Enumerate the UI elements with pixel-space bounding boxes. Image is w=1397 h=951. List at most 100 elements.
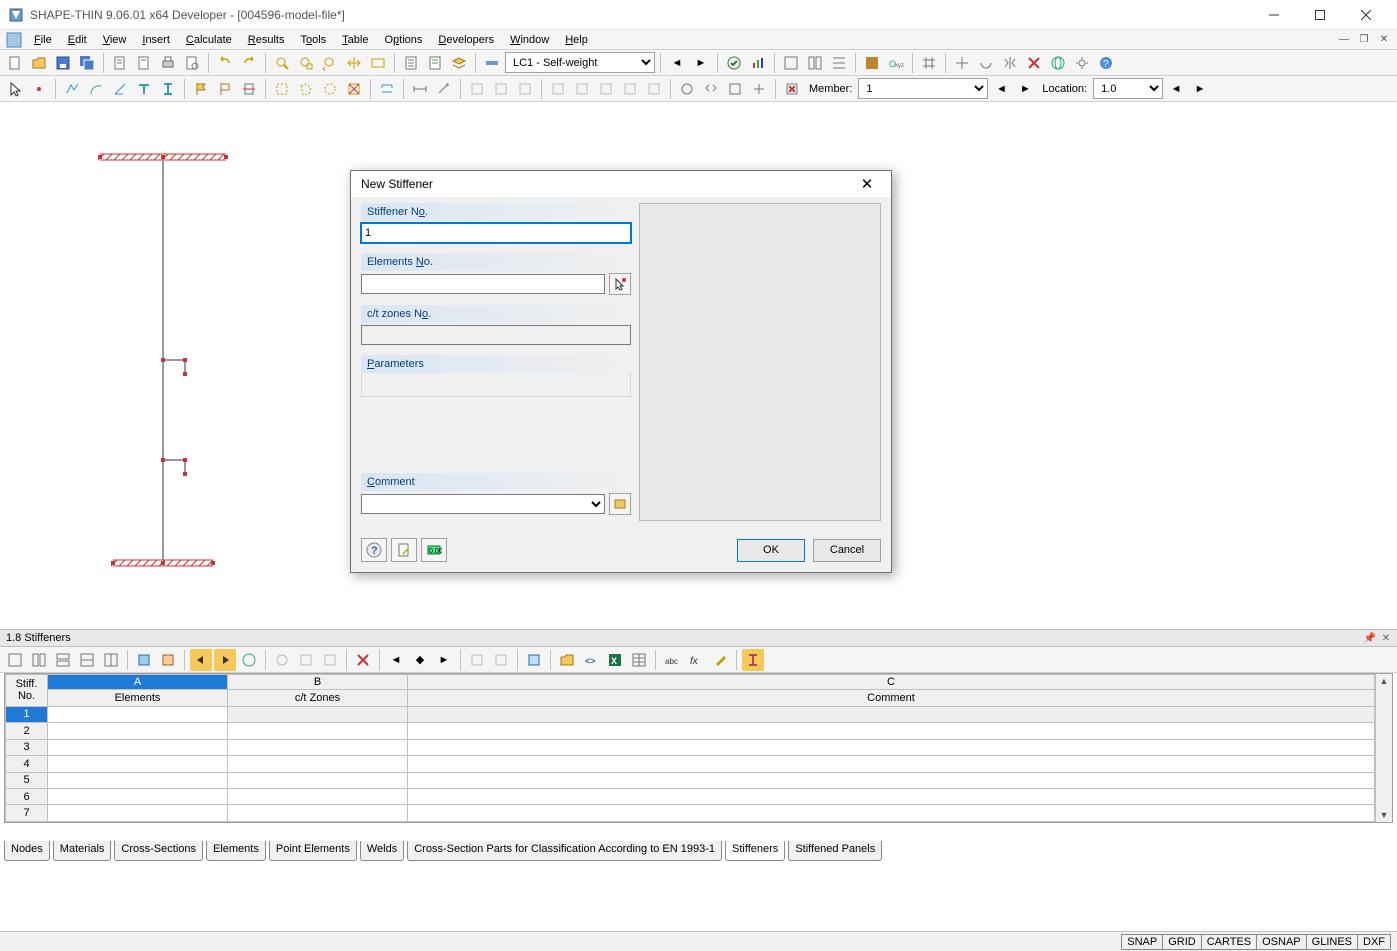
tab-cross-sections[interactable]: Cross-Sections bbox=[114, 841, 203, 861]
pt-btn-6[interactable] bbox=[133, 649, 155, 671]
pt-btn-7[interactable] bbox=[157, 649, 179, 671]
cut-section-icon[interactable] bbox=[238, 78, 260, 100]
dim4-icon[interactable] bbox=[490, 78, 512, 100]
grid-row-1[interactable]: 1 bbox=[6, 706, 48, 722]
stiffeners-grid[interactable]: Stiff. No. A B C Elements c/t Zones Comm… bbox=[5, 674, 1375, 822]
save-icon[interactable] bbox=[52, 52, 74, 74]
location-combo[interactable]: 1.0 bbox=[1093, 78, 1163, 99]
undo-icon[interactable] bbox=[214, 52, 236, 74]
cursor-icon[interactable] bbox=[4, 78, 26, 100]
tab-materials[interactable]: Materials bbox=[53, 841, 112, 861]
grid-cell[interactable] bbox=[48, 772, 228, 788]
grid-row-5[interactable]: 5 bbox=[6, 772, 48, 788]
menu-view[interactable]: View bbox=[95, 32, 135, 48]
grid-cell[interactable] bbox=[228, 789, 408, 805]
grid-header-stiff-no[interactable]: Stiff. No. bbox=[6, 675, 48, 707]
menu-results[interactable]: Results bbox=[240, 32, 293, 48]
cancel-button[interactable]: Cancel bbox=[813, 539, 881, 562]
pt-globe-icon[interactable] bbox=[238, 649, 260, 671]
member-next-icon[interactable]: ► bbox=[1014, 78, 1036, 100]
grid-letter-c[interactable]: C bbox=[408, 675, 1375, 690]
open-icon[interactable] bbox=[28, 52, 50, 74]
grid-header-elements[interactable]: Elements bbox=[48, 690, 228, 706]
zoom-fit-icon[interactable] bbox=[271, 52, 293, 74]
pt-btn-4[interactable] bbox=[76, 649, 98, 671]
mdi-restore[interactable]: ❐ bbox=[1355, 31, 1373, 47]
grid-row-2[interactable]: 2 bbox=[6, 723, 48, 739]
tab-elements[interactable]: Elements bbox=[206, 841, 266, 861]
tool2-icon[interactable] bbox=[804, 52, 826, 74]
grid-cell[interactable] bbox=[228, 805, 408, 822]
pt-btn-3[interactable] bbox=[52, 649, 74, 671]
maximize-button[interactable] bbox=[1297, 0, 1343, 30]
dim10-icon[interactable] bbox=[643, 78, 665, 100]
dim8-icon[interactable] bbox=[595, 78, 617, 100]
grid-cell[interactable] bbox=[48, 706, 228, 722]
pt-btn-15[interactable] bbox=[523, 649, 545, 671]
tab-welds[interactable]: Welds bbox=[360, 841, 404, 861]
input-stiffener-no[interactable] bbox=[361, 223, 631, 243]
grid-cell[interactable] bbox=[48, 723, 228, 739]
redo-icon[interactable] bbox=[238, 52, 260, 74]
tab-stiffened-panels[interactable]: Stiffened Panels bbox=[788, 841, 882, 861]
pt-highlight-icon[interactable] bbox=[742, 649, 764, 671]
menu-insert[interactable]: Insert bbox=[134, 32, 178, 48]
rotate-icon[interactable] bbox=[975, 52, 997, 74]
member-combo[interactable]: 1 bbox=[858, 78, 988, 99]
tab-stiffeners[interactable]: Stiffeners bbox=[725, 841, 785, 861]
pt-excel-icon[interactable]: X bbox=[604, 649, 626, 671]
stretch-icon[interactable] bbox=[748, 78, 770, 100]
pt-btn-10[interactable] bbox=[271, 649, 293, 671]
pt-btn-8[interactable] bbox=[190, 649, 212, 671]
mirror-icon[interactable] bbox=[999, 52, 1021, 74]
nav-left-icon[interactable]: ◄ bbox=[666, 52, 688, 74]
help-icon[interactable]: ? bbox=[1095, 52, 1117, 74]
grid-cell[interactable] bbox=[228, 739, 408, 755]
pt-btn-1[interactable] bbox=[4, 649, 26, 671]
filter-icon[interactable] bbox=[724, 78, 746, 100]
list1-icon[interactable] bbox=[400, 52, 422, 74]
grid-cell[interactable] bbox=[228, 772, 408, 788]
status-osnap[interactable]: OSNAP bbox=[1256, 934, 1307, 950]
pt-btn-9[interactable] bbox=[214, 649, 236, 671]
location-prev-icon[interactable]: ◄ bbox=[1165, 78, 1187, 100]
list2-icon[interactable] bbox=[424, 52, 446, 74]
grid-cell[interactable] bbox=[408, 772, 1375, 788]
save-all-icon[interactable] bbox=[76, 52, 98, 74]
close-button[interactable] bbox=[1343, 0, 1389, 30]
pt-btn-14[interactable] bbox=[490, 649, 512, 671]
grid-cell[interactable] bbox=[48, 739, 228, 755]
grid-header-ctzones[interactable]: c/t Zones bbox=[228, 690, 408, 706]
pt-both-icon[interactable]: ◆ bbox=[409, 649, 431, 671]
minimize-button[interactable] bbox=[1251, 0, 1297, 30]
pt-btn-13[interactable] bbox=[466, 649, 488, 671]
grid-cell[interactable] bbox=[48, 805, 228, 822]
grid-icon[interactable] bbox=[918, 52, 940, 74]
ibeam-icon[interactable] bbox=[157, 78, 179, 100]
menu-edit[interactable]: Edit bbox=[60, 32, 95, 48]
loadcase-icon[interactable] bbox=[481, 52, 503, 74]
tool1-icon[interactable] bbox=[780, 52, 802, 74]
pt-script-icon[interactable]: <> bbox=[580, 649, 602, 671]
dim2-icon[interactable] bbox=[433, 78, 455, 100]
grid-cell[interactable] bbox=[408, 706, 1375, 722]
pt-btn-12[interactable] bbox=[319, 649, 341, 671]
grid-row-7[interactable]: 7 bbox=[6, 805, 48, 822]
grid-letter-a[interactable]: A bbox=[48, 675, 228, 690]
grid-cell[interactable] bbox=[228, 723, 408, 739]
offset-icon[interactable] bbox=[376, 78, 398, 100]
tab-point-elements[interactable]: Point Elements bbox=[269, 841, 357, 861]
grid-cell[interactable] bbox=[408, 789, 1375, 805]
pt-table-icon[interactable] bbox=[628, 649, 650, 671]
delete-x-icon[interactable] bbox=[781, 78, 803, 100]
status-grid[interactable]: GRID bbox=[1162, 934, 1202, 950]
menu-calculate[interactable]: Calculate bbox=[178, 32, 240, 48]
menu-tools[interactable]: Tools bbox=[292, 32, 334, 48]
dim5-icon[interactable] bbox=[514, 78, 536, 100]
dialog-close-icon[interactable]: ✕ bbox=[853, 175, 881, 193]
select-poly-icon[interactable] bbox=[295, 78, 317, 100]
member-prev-icon[interactable]: ◄ bbox=[990, 78, 1012, 100]
pt-abc-icon[interactable]: abc bbox=[661, 649, 683, 671]
menu-window[interactable]: Window bbox=[502, 32, 557, 48]
loadcase-combo[interactable]: LC1 - Self-weight bbox=[505, 52, 655, 73]
